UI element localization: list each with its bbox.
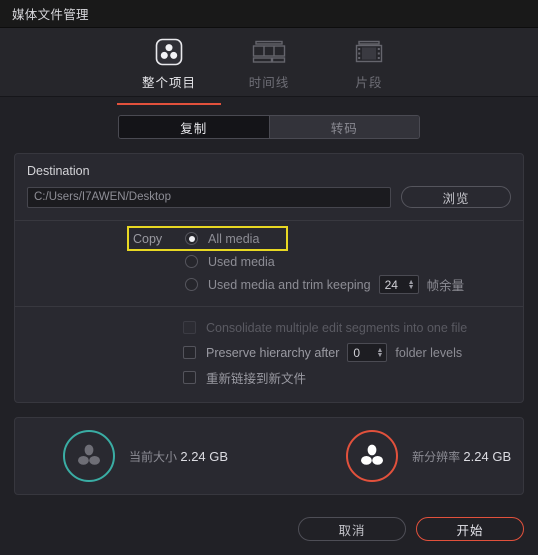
current-size-value: 2.24 GB	[180, 448, 229, 464]
checkbox-consolidate	[183, 321, 196, 334]
destination-options-panel: Destination 浏览 Copy All media Used media	[14, 153, 524, 403]
handles-suffix-label: 帧余量	[426, 279, 465, 293]
destination-path-input[interactable]	[27, 186, 391, 208]
tab-label-timeline: 时间线	[248, 76, 290, 90]
size-stats-panel: 当前大小 2.24 GB 新分辨率 2.24 GB	[14, 417, 524, 495]
checkbox-block: Consolidate multiple edit segments into …	[15, 307, 523, 402]
tab-label-clips: 片段	[355, 76, 383, 90]
destination-label: Destination	[27, 164, 90, 178]
radio-row-used-media[interactable]: Used media	[15, 250, 523, 273]
checkbox-row-consolidate: Consolidate multiple edit segments into …	[15, 315, 523, 340]
folder-levels-spinner-value: 0	[353, 345, 361, 360]
radio-label-used-media-trim: Used media and trim keeping	[208, 277, 371, 292]
radio-row-all-media[interactable]: Copy All media	[15, 226, 523, 251]
browse-button[interactable]: 浏览	[401, 186, 511, 208]
tab-strip: 整个项目 时间线 片段	[0, 28, 538, 105]
checkbox-preserve-hierarchy[interactable]	[183, 346, 196, 359]
new-resolution-ring-gauge	[346, 430, 399, 482]
window-titlebar: 媒体文件管理	[0, 0, 538, 28]
window-title: 媒体文件管理	[12, 8, 89, 22]
handles-spinner-value: 24	[384, 277, 398, 292]
radio-label-used-media: Used media	[208, 254, 275, 269]
tab-entire-project[interactable]: 整个项目	[117, 36, 221, 105]
resolve-logo-icon	[361, 444, 384, 465]
copy-lead-label: Copy	[133, 231, 163, 246]
checkbox-row-preserve-hierarchy[interactable]: Preserve hierarchy after 0 ▲ ▼ folder le…	[15, 340, 523, 365]
new-resolution-value: 2.24 GB	[463, 448, 512, 464]
mode-segment-wrapper: 复制 转码	[0, 97, 538, 139]
resolve-logo-icon	[78, 444, 100, 465]
current-size-label: 当前大小	[129, 449, 178, 464]
copy-options-block: Copy All media Used media Used media and…	[15, 221, 523, 306]
timeline-icon	[251, 36, 287, 68]
current-size-ring-gauge	[63, 430, 115, 482]
radio-dot-icon	[188, 235, 195, 242]
folder-levels-suffix-label: folder levels	[395, 345, 463, 360]
radio-row-used-media-trim[interactable]: Used media and trim keeping 24 ▲ ▼ 帧余量	[15, 273, 523, 296]
checkbox-label-preserve-hierarchy: Preserve hierarchy after	[206, 345, 340, 360]
checkbox-row-relink[interactable]: 重新链接到新文件	[15, 365, 523, 390]
segment-option-copy[interactable]: 复制	[119, 116, 269, 138]
destination-row: 浏览	[27, 186, 511, 208]
radio-all-media[interactable]	[185, 232, 198, 245]
new-resolution-text: 新分辨率 2.24 GB	[412, 448, 511, 465]
cancel-button[interactable]: 取消	[298, 517, 406, 541]
active-tab-underline	[117, 103, 221, 105]
chevron-down-icon[interactable]: ▼	[408, 284, 415, 291]
spinner-stepper-icon[interactable]: ▲ ▼	[408, 279, 415, 291]
chevron-down-icon[interactable]: ▼	[376, 352, 383, 359]
tab-timeline[interactable]: 时间线	[219, 36, 319, 97]
handles-spinner[interactable]: 24 ▲ ▼	[378, 275, 419, 294]
start-button[interactable]: 开始	[416, 517, 524, 541]
segment-option-transcode[interactable]: 转码	[268, 116, 419, 138]
folder-levels-spinner[interactable]: 0 ▲ ▼	[347, 343, 388, 362]
radio-used-media-trim[interactable]	[185, 278, 198, 291]
spinner-stepper-icon[interactable]: ▲ ▼	[376, 347, 383, 359]
film-strip-icon	[352, 36, 386, 68]
dialog-footer: 取消 开始	[0, 517, 538, 541]
resolve-logo-icon	[155, 36, 183, 68]
stat-current-size: 当前大小 2.24 GB	[63, 430, 228, 482]
mode-segmented-control: 复制 转码	[118, 115, 420, 139]
stat-new-resolution: 新分辨率 2.24 GB	[346, 430, 511, 482]
checkbox-label-relink: 重新链接到新文件	[206, 372, 307, 386]
tab-label-entire-project: 整个项目	[141, 76, 196, 90]
tab-clips[interactable]: 片段	[319, 36, 419, 97]
new-resolution-label: 新分辨率	[412, 449, 461, 464]
radio-used-media[interactable]	[185, 255, 198, 268]
checkbox-relink[interactable]	[183, 371, 196, 384]
destination-block: Destination 浏览	[15, 154, 523, 220]
current-size-text: 当前大小 2.24 GB	[129, 448, 228, 465]
checkbox-label-consolidate: Consolidate multiple edit segments into …	[206, 320, 468, 335]
radio-label-all-media: All media	[208, 231, 260, 246]
